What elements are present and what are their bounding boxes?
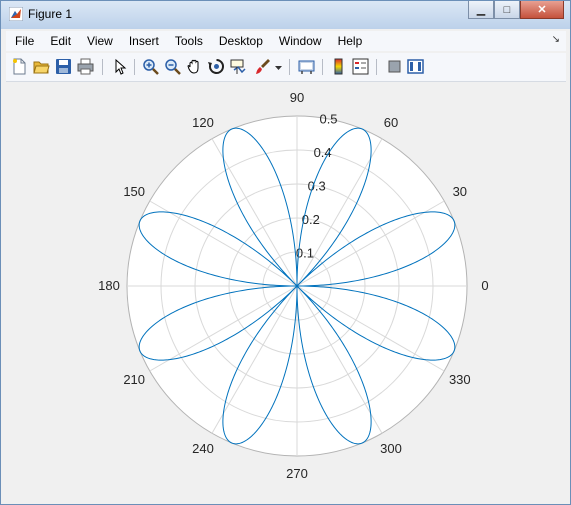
colorbar-icon[interactable] bbox=[330, 58, 347, 75]
legend-icon[interactable] bbox=[352, 58, 369, 75]
open-file-icon[interactable] bbox=[33, 58, 50, 75]
toolbar-separator bbox=[289, 59, 290, 75]
show-plot-tools-icon[interactable] bbox=[407, 58, 424, 75]
toolbar-separator bbox=[376, 59, 377, 75]
theta-tick-label: 90 bbox=[290, 90, 304, 105]
caption-buttons: ▁ □ ✕ bbox=[468, 1, 564, 21]
link-plot-icon[interactable] bbox=[298, 58, 315, 75]
toolbar-separator bbox=[102, 59, 103, 75]
zoom-out-icon[interactable] bbox=[164, 58, 181, 75]
r-tick-label: 0.3 bbox=[308, 179, 326, 194]
plot-area: 0.1 0.2 0.3 0.4 0.5 0 30 60 90 120 150 180 210 240 27… bbox=[6, 82, 566, 500]
select-arrow-icon[interactable] bbox=[111, 58, 128, 75]
toolbar-separator bbox=[134, 59, 135, 75]
toolbar-separator bbox=[322, 59, 323, 75]
close-button[interactable]: ✕ bbox=[520, 1, 564, 19]
theta-tick-label: 270 bbox=[286, 466, 308, 481]
r-tick-label: 0.5 bbox=[319, 112, 337, 127]
theta-tick-label: 240 bbox=[192, 441, 214, 456]
brush-icon[interactable] bbox=[254, 58, 271, 75]
data-cursor-icon[interactable] bbox=[230, 58, 247, 75]
dock-arrow-icon[interactable]: ↘ bbox=[552, 34, 560, 45]
menu-file[interactable]: File bbox=[6, 34, 42, 48]
pan-hand-icon[interactable] bbox=[186, 58, 203, 75]
rotate-3d-icon[interactable] bbox=[208, 58, 225, 75]
title-bar[interactable]: Figure 1 ▁ □ ✕ bbox=[1, 1, 570, 29]
theta-tick-label: 150 bbox=[123, 184, 145, 199]
theta-tick-label: 180 bbox=[98, 278, 120, 293]
theta-tick-label: 30 bbox=[453, 184, 467, 199]
new-figure-icon[interactable] bbox=[11, 58, 28, 75]
brush-dropdown-icon[interactable] bbox=[274, 58, 283, 75]
theta-tick-label: 60 bbox=[384, 115, 398, 130]
menu-edit[interactable]: Edit bbox=[42, 34, 79, 48]
theta-tick-label: 330 bbox=[449, 372, 471, 387]
zoom-in-icon[interactable] bbox=[142, 58, 159, 75]
menu-desktop[interactable]: Desktop bbox=[211, 34, 271, 48]
maximize-button[interactable]: □ bbox=[494, 1, 520, 19]
menu-bar: File Edit View Insert Tools Desktop Wind… bbox=[6, 31, 566, 51]
theta-tick-label: 300 bbox=[380, 441, 402, 456]
menu-help[interactable]: Help bbox=[330, 34, 371, 48]
save-icon[interactable] bbox=[55, 58, 72, 75]
figure-window: Figure 1 ▁ □ ✕ File Edit View Insert Too… bbox=[0, 0, 571, 505]
menu-window[interactable]: Window bbox=[271, 34, 330, 48]
hide-plot-tools-icon[interactable] bbox=[386, 58, 403, 75]
menu-view[interactable]: View bbox=[79, 34, 121, 48]
menu-insert[interactable]: Insert bbox=[121, 34, 167, 48]
matlab-logo-icon bbox=[9, 7, 23, 21]
theta-tick-label: 0 bbox=[481, 278, 488, 293]
menu-tools[interactable]: Tools bbox=[167, 34, 211, 48]
window-title: Figure 1 bbox=[28, 7, 73, 21]
minimize-button[interactable]: ▁ bbox=[468, 1, 494, 19]
theta-tick-label: 210 bbox=[123, 372, 145, 387]
figure-toolbar bbox=[6, 53, 566, 82]
print-icon[interactable] bbox=[77, 58, 94, 75]
polar-plot[interactable]: 0.10.20.30.40.5 030609012015018021024027… bbox=[6, 82, 566, 500]
theta-tick-label: 120 bbox=[192, 115, 214, 130]
